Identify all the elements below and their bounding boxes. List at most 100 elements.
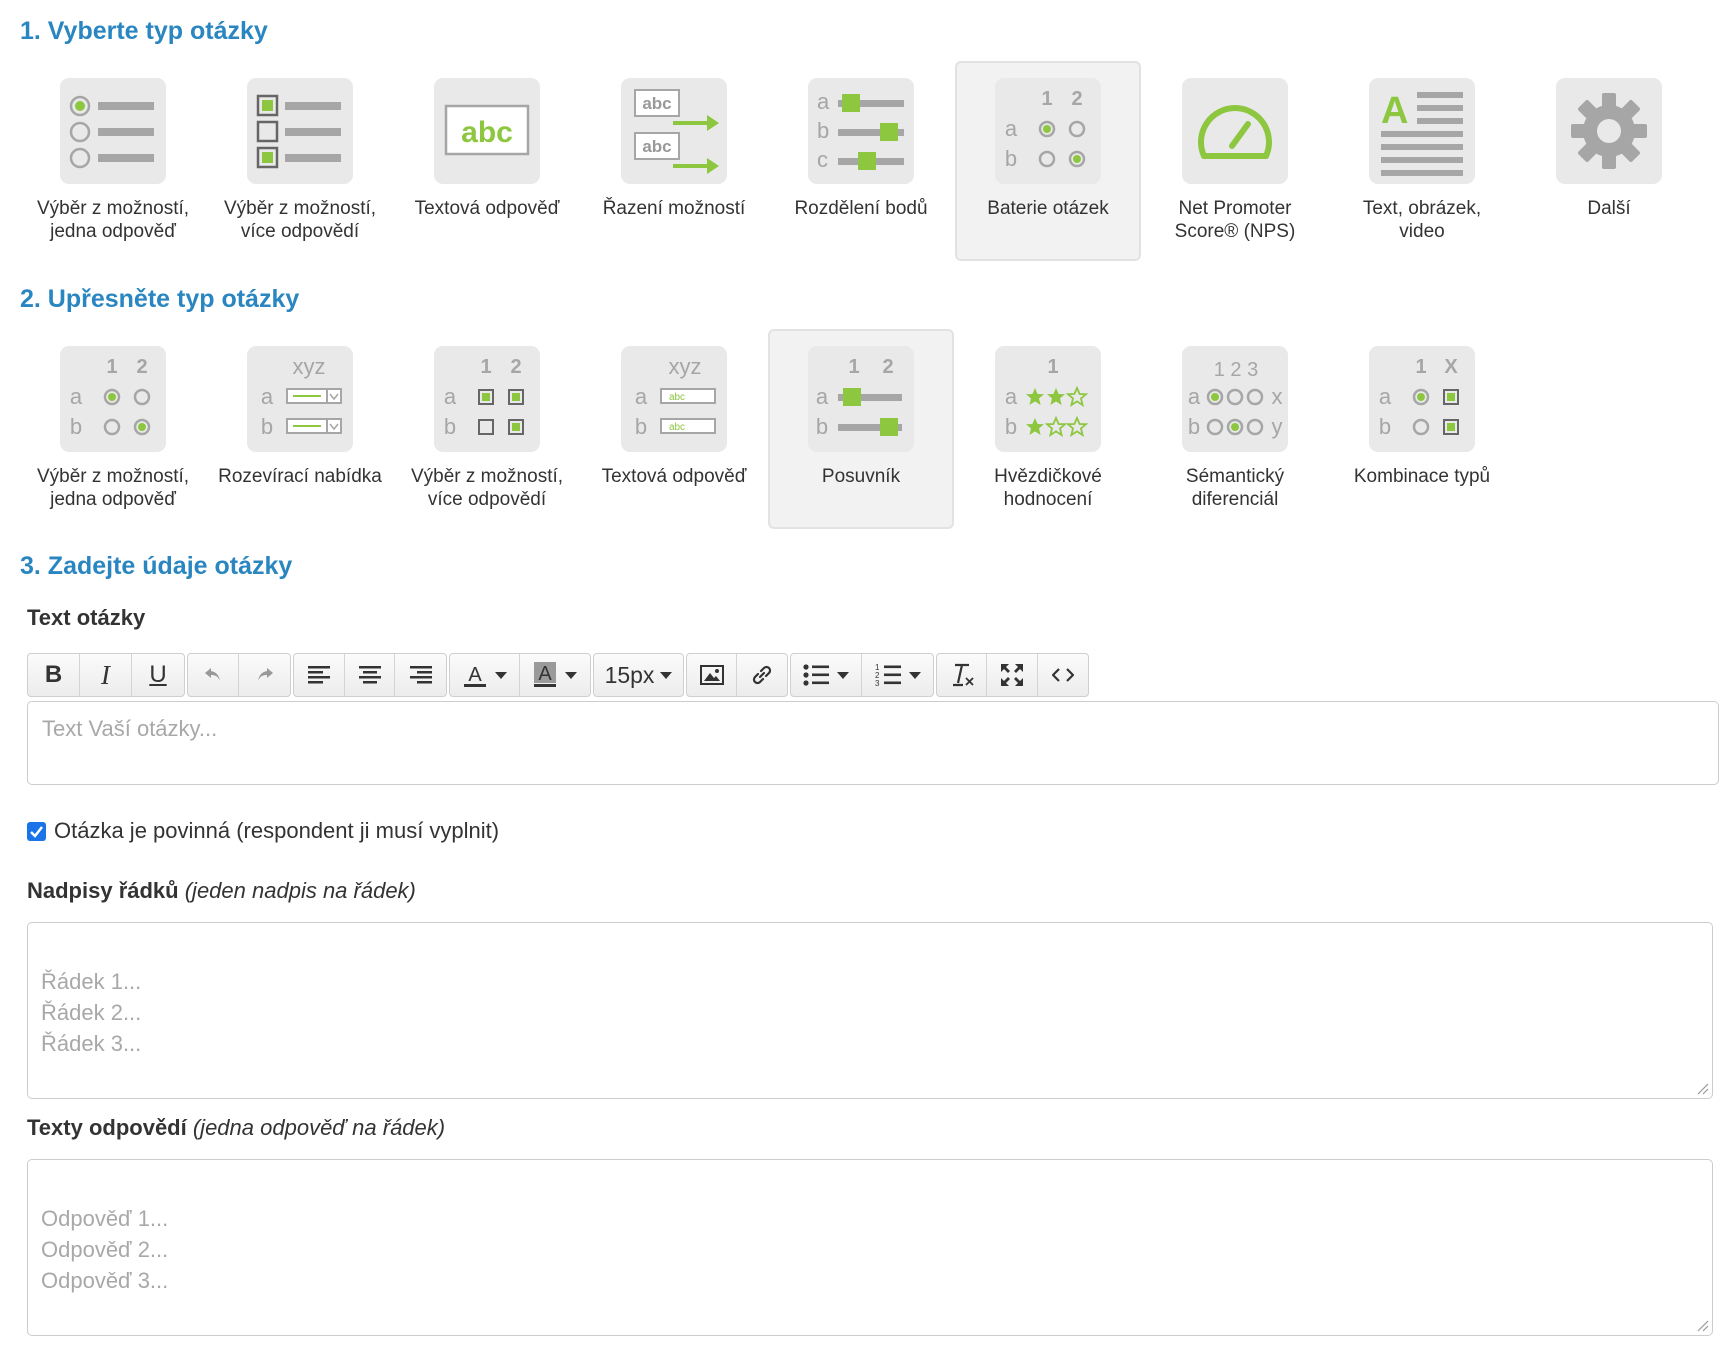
icon-text: b (635, 414, 647, 439)
redo-icon[interactable] (239, 654, 290, 696)
font-size-select[interactable]: 15px (594, 654, 683, 696)
type-single-choice[interactable]: Výběr z možností, jedna odpověď (20, 61, 206, 261)
question-battery-icon: 1 2 a b (995, 78, 1101, 184)
icon-text: 2 (136, 356, 147, 378)
resize-handle-icon[interactable] (1695, 1081, 1709, 1095)
type-label: Text, obrázek, video (1362, 198, 1482, 242)
type-label: Výběr z možností, více odpovědí (410, 466, 564, 510)
question-text-label: Text otázky (27, 605, 146, 630)
icon-text: a (1188, 384, 1201, 409)
question-type-row: Výběr z možností, jedna odpověď Výběr z … (0, 61, 1736, 261)
answers-textarea[interactable]: Odpověď 1... Odpověď 2... Odpověď 3... (27, 1159, 1713, 1336)
chevron-down-icon (494, 671, 507, 679)
icon-text: a (635, 384, 648, 409)
icon-text: a (444, 384, 457, 409)
icon-text: xyz (293, 354, 326, 379)
answers-label: Texty odpovědí (jedna odpověď na řádek) (27, 1115, 445, 1141)
type-label: Net Promoter Score® (NPS) (1174, 198, 1296, 242)
type-ranking[interactable]: abc abc Řazení možností (581, 61, 767, 261)
type-points-allocation[interactable]: a b c Rozdělení bodů (768, 61, 954, 261)
bullet-list-icon[interactable] (791, 654, 862, 696)
type-text-answer[interactable]: abc Textová odpověď (394, 61, 580, 261)
numbered-list-icon[interactable]: 123 (862, 654, 933, 696)
subtype-multiple-choice[interactable]: 1 2 a b Výběr z možností, více odpovědí (394, 329, 580, 529)
insert-group (686, 653, 788, 697)
icon-text: 3 (875, 679, 880, 687)
subtype-combination[interactable]: 1 X a b Kombinace typů (1329, 329, 1515, 529)
icon-text: A (468, 664, 482, 686)
matrix-multiple-choice-icon: 1 2 a b (434, 346, 540, 452)
clear-format-icon[interactable]: A (937, 654, 988, 696)
step1-title: 1. Vyberte typ otázky (20, 17, 268, 45)
icon-text: A (1381, 90, 1408, 132)
type-question-battery[interactable]: 1 2 a b Baterie otázek (955, 61, 1141, 261)
fullscreen-icon[interactable] (987, 654, 1038, 696)
icon-text: 1 (1041, 88, 1052, 110)
underline-icon[interactable]: U (132, 654, 184, 696)
type-text-image-video[interactable]: A Text, obrázek, video (1329, 61, 1515, 261)
step3-title: 3. Zadejte údaje otázky (20, 552, 293, 580)
multiple-choice-icon (247, 78, 353, 184)
image-icon[interactable] (687, 654, 738, 696)
align-right-icon[interactable] (395, 654, 446, 696)
type-label: Baterie otázek (987, 198, 1109, 219)
answers-placeholder: Odpověď 1... Odpověď 2... Odpověď 3... (41, 1206, 169, 1293)
gear-icon (1556, 78, 1662, 184)
icon-text: abc (461, 116, 513, 149)
single-choice-icon (60, 78, 166, 184)
icon-text: 1 (1047, 356, 1058, 378)
icon-text: a (70, 384, 83, 409)
icon-text: b (816, 414, 828, 439)
icon-text: xyz (669, 354, 702, 379)
italic-icon[interactable]: I (80, 654, 132, 696)
subtype-text-answer[interactable]: xyz a b abc abc Textová odpověď (581, 329, 767, 529)
icon-text: abc (642, 137, 671, 156)
align-left-icon[interactable] (294, 654, 345, 696)
answers-label-hint: (jedna odpověď na řádek) (192, 1115, 446, 1140)
icon-text: a (1005, 116, 1018, 141)
icon-text: 1 2 3 (1214, 359, 1258, 381)
semantic-differential-icon: 1 2 3 a x b y (1182, 346, 1288, 452)
question-text-editor[interactable]: Text Vaší otázky... (27, 701, 1719, 785)
background-color-icon[interactable]: A (520, 654, 590, 696)
code-view-icon[interactable] (1038, 654, 1088, 696)
icon-text: b (444, 414, 456, 439)
type-label: Výběr z možností, jedna odpověď (36, 466, 190, 510)
resize-handle-icon[interactable] (1695, 1318, 1709, 1332)
subtype-dropdown[interactable]: xyz a b Rozevírací nabídka (207, 329, 393, 529)
icon-text: 1 (480, 356, 491, 378)
icon-text: X (1444, 356, 1458, 378)
rows-label-text: Nadpisy řádků (27, 878, 179, 903)
chevron-down-icon (660, 671, 673, 679)
history-group (187, 653, 291, 697)
link-icon[interactable] (737, 654, 787, 696)
undo-icon[interactable] (188, 654, 240, 696)
step2-title: 2. Upřesněte typ otázky (20, 285, 300, 313)
font-size-value: 15px (604, 661, 655, 688)
type-nps[interactable]: Net Promoter Score® (NPS) (1142, 61, 1328, 261)
nps-gauge-icon (1182, 78, 1288, 184)
icon-text: x (1272, 384, 1283, 409)
bold-icon[interactable]: B (28, 654, 80, 696)
rows-textarea[interactable]: Řádek 1... Řádek 2... Řádek 3... (27, 922, 1713, 1099)
type-multiple-choice[interactable]: Výběr z možností, více odpovědí (207, 61, 393, 261)
subtype-semantic-differential[interactable]: 1 2 3 a x b y Sémantický diferenciál (1142, 329, 1328, 529)
subtype-star-rating[interactable]: 1 a b Hvězdičkové hodnocení (955, 329, 1141, 529)
text-answer-icon: abc (434, 78, 540, 184)
icon-text: abc (642, 94, 671, 113)
align-center-icon[interactable] (345, 654, 396, 696)
type-label: Hvězdičkové hodnocení (994, 466, 1102, 510)
subtype-single-choice[interactable]: 1 2 a b Výběr z možností, jedna odpověď (20, 329, 206, 529)
icon-text: b (1188, 414, 1200, 439)
font-color-icon[interactable]: A (450, 654, 520, 696)
checkmark-icon (30, 825, 43, 838)
icon-text: 2 (882, 356, 893, 378)
type-label: Řazení možností (602, 198, 746, 219)
type-more[interactable]: Další (1516, 61, 1702, 261)
required-checkbox[interactable] (27, 821, 46, 841)
required-checkbox-label: Otázka je povinná (respondent ji musí vy… (54, 818, 500, 843)
subtype-slider[interactable]: 1 2 a b Posuvník (768, 329, 954, 529)
icon-text: a (816, 384, 829, 409)
required-checkbox-row[interactable]: Otázka je povinná (respondent ji musí vy… (27, 818, 499, 844)
editor-placeholder: Text Vaší otázky... (42, 716, 218, 741)
